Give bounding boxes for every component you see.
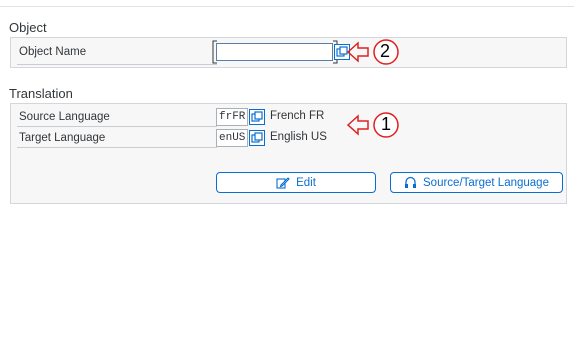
callout-1-number: 1	[381, 114, 392, 134]
source-target-button-label: Source/Target Language	[423, 176, 549, 189]
source-language-label: Source Language	[19, 111, 110, 123]
label-underline	[17, 147, 217, 148]
source-target-language-button[interactable]: Source/Target Language	[390, 172, 563, 193]
source-language-description: French FR	[270, 110, 325, 122]
edit-icon	[276, 176, 290, 189]
value-help-icon[interactable]	[249, 130, 265, 146]
translation-section-title: Translation	[9, 86, 73, 101]
top-divider	[0, 6, 574, 7]
target-language-code-field[interactable]: enUS	[216, 129, 248, 147]
swap-language-icon	[405, 176, 417, 188]
label-underline	[17, 126, 217, 127]
source-language-code-field[interactable]: frFR	[216, 108, 248, 126]
callout-2-number: 2	[380, 41, 391, 61]
object-name-label: Object Name	[19, 46, 87, 58]
callout-2-arrow	[346, 39, 399, 65]
target-language-description: English US	[270, 131, 327, 143]
edit-button[interactable]: Edit	[216, 172, 376, 193]
callout-1-arrow	[346, 112, 399, 138]
input-focus-brackets	[212, 40, 338, 64]
target-language-label: Target Language	[19, 132, 106, 144]
label-underline	[17, 64, 217, 65]
edit-button-label: Edit	[296, 176, 316, 189]
object-section-title: Object	[9, 20, 47, 35]
value-help-icon[interactable]	[249, 109, 265, 125]
